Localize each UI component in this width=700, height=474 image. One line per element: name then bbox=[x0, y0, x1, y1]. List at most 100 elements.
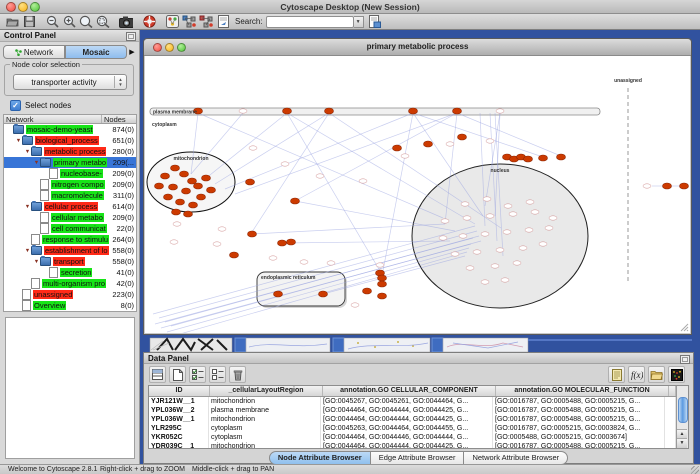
network-node[interactable] bbox=[359, 179, 367, 183]
import-attributes-icon[interactable] bbox=[368, 15, 382, 28]
tree-item[interactable]: secretion41(0) bbox=[4, 267, 136, 278]
expander-icon[interactable]: ▼ bbox=[24, 204, 31, 210]
network-node-highlighted[interactable] bbox=[172, 209, 181, 215]
network-node[interactable] bbox=[491, 264, 499, 268]
network-node[interactable] bbox=[281, 162, 289, 166]
network-node-highlighted[interactable] bbox=[161, 173, 170, 179]
network-node[interactable] bbox=[539, 242, 547, 246]
new-attribute-icon[interactable] bbox=[169, 366, 186, 383]
network-node[interactable] bbox=[446, 142, 454, 146]
network-node-highlighted[interactable] bbox=[197, 194, 206, 200]
network-node[interactable] bbox=[376, 263, 384, 267]
network-node-highlighted[interactable] bbox=[194, 183, 203, 189]
table-row[interactable]: YJR121W__1mitochondrion[GO:0045267, GO:0… bbox=[149, 397, 676, 406]
network-node[interactable] bbox=[525, 228, 533, 232]
window-resize-grip[interactable] bbox=[691, 466, 699, 474]
tree-item[interactable]: response to stimulu264(0) bbox=[4, 234, 136, 245]
network-node[interactable] bbox=[531, 210, 539, 214]
network-node-highlighted[interactable] bbox=[202, 175, 211, 181]
network-node[interactable] bbox=[466, 266, 474, 270]
network-node[interactable] bbox=[459, 234, 467, 238]
help-icon[interactable] bbox=[142, 15, 156, 28]
frame-resize-grip[interactable] bbox=[681, 324, 688, 331]
network-node-highlighted[interactable] bbox=[180, 171, 189, 177]
snapshot-icon[interactable] bbox=[119, 15, 133, 28]
tree-item[interactable]: macromolecule311(0) bbox=[4, 190, 136, 201]
network-node-highlighted[interactable] bbox=[539, 155, 548, 161]
network-canvas[interactable]: plasma membrane cytoplasm mitochondrion … bbox=[145, 56, 690, 333]
network-node[interactable] bbox=[239, 109, 247, 113]
network-node-highlighted[interactable] bbox=[248, 231, 257, 237]
network-node-highlighted[interactable] bbox=[164, 194, 173, 200]
tree-item[interactable]: ▼metabolic process280(0) bbox=[4, 146, 136, 157]
column-header[interactable]: annotation.GO CELLULAR_COMPONENT bbox=[323, 386, 496, 396]
network-node[interactable] bbox=[519, 246, 527, 250]
network-node-highlighted[interactable] bbox=[176, 199, 185, 205]
network-node-highlighted[interactable] bbox=[524, 156, 533, 162]
network-node-highlighted[interactable] bbox=[171, 165, 180, 171]
table-row[interactable]: YDR039C__1mitochondrion[GO:0044464, GO:0… bbox=[149, 442, 676, 448]
tree-item[interactable]: ▼establishment of lo558(0) bbox=[4, 245, 136, 256]
tree-item[interactable]: nitrogen compo209(0) bbox=[4, 179, 136, 190]
table-row[interactable]: YPL036W__1mitochondrion[GO:0044464, GO:0… bbox=[149, 415, 676, 424]
network-node[interactable] bbox=[481, 232, 489, 236]
table-row[interactable]: YPL036W__2plasma membrane[GO:0044464, GO… bbox=[149, 406, 676, 415]
network-node-highlighted[interactable] bbox=[424, 141, 433, 147]
expander-icon[interactable]: ▼ bbox=[24, 149, 31, 155]
tree-item[interactable]: unassigned223(0) bbox=[4, 289, 136, 300]
network-node[interactable] bbox=[513, 261, 521, 265]
network-node[interactable] bbox=[327, 261, 335, 265]
frame-titlebar[interactable]: primary metabolic process bbox=[144, 39, 691, 56]
network-node-highlighted[interactable] bbox=[274, 291, 283, 297]
network-node[interactable] bbox=[483, 197, 491, 201]
network-node[interactable] bbox=[439, 236, 447, 240]
network-node-highlighted[interactable] bbox=[246, 179, 255, 185]
float-data-panel-icon[interactable] bbox=[680, 355, 690, 364]
tab-network[interactable]: Network bbox=[3, 45, 65, 59]
network-node-highlighted[interactable] bbox=[155, 183, 164, 189]
expander-icon[interactable]: ▼ bbox=[15, 138, 22, 144]
network-node[interactable] bbox=[218, 227, 226, 231]
float-panel-icon[interactable] bbox=[126, 32, 136, 41]
network-node-highlighted[interactable] bbox=[363, 288, 372, 294]
expander-icon[interactable]: ▼ bbox=[24, 248, 31, 254]
network-node[interactable] bbox=[170, 240, 178, 244]
tree-item[interactable]: ▼transport558(0) bbox=[4, 256, 136, 267]
save-icon[interactable] bbox=[22, 15, 36, 28]
network-node[interactable] bbox=[496, 109, 504, 113]
search-input[interactable] bbox=[266, 16, 354, 28]
network-node-highlighted[interactable] bbox=[182, 188, 191, 194]
network-node[interactable] bbox=[643, 184, 651, 188]
network-node[interactable] bbox=[473, 250, 481, 254]
zoom-selected-icon[interactable] bbox=[96, 15, 110, 28]
import-icon[interactable] bbox=[648, 366, 665, 383]
tree-item[interactable]: multi-organism pro42(0) bbox=[4, 278, 136, 289]
scroll-down-icon[interactable]: ▼ bbox=[677, 438, 687, 448]
network-node[interactable] bbox=[501, 278, 509, 282]
network-node[interactable] bbox=[463, 216, 471, 220]
network-overview-icon[interactable] bbox=[182, 15, 196, 28]
column-header[interactable]: _cellularLayoutRegion bbox=[210, 386, 323, 396]
tabs-overflow-icon[interactable]: ▶ bbox=[127, 48, 137, 56]
vizmapper-icon[interactable] bbox=[165, 15, 179, 28]
network-node[interactable] bbox=[486, 139, 494, 143]
network-node-highlighted[interactable] bbox=[393, 145, 402, 151]
select-attributes-icon[interactable] bbox=[189, 366, 206, 383]
network-node-highlighted[interactable] bbox=[319, 291, 328, 297]
network-node-highlighted[interactable] bbox=[378, 293, 387, 299]
network-node-highlighted[interactable] bbox=[291, 198, 300, 204]
function-builder-icon[interactable]: f(x) bbox=[628, 366, 645, 383]
network-node-highlighted[interactable] bbox=[557, 154, 566, 160]
node-color-select[interactable]: transporter activity ▲▼ bbox=[13, 74, 127, 90]
network-node-highlighted[interactable] bbox=[207, 187, 216, 193]
tab-mosaic[interactable]: Mosaic bbox=[65, 45, 127, 59]
network-node-highlighted[interactable] bbox=[453, 108, 462, 114]
table-row[interactable]: YKR052Ccytoplasm[GO:0044464, GO:0044446,… bbox=[149, 433, 676, 442]
network-node[interactable] bbox=[486, 214, 494, 218]
network-node-highlighted[interactable] bbox=[230, 252, 239, 258]
network-node-highlighted[interactable] bbox=[283, 108, 292, 114]
network-node[interactable] bbox=[300, 260, 308, 264]
network-node[interactable] bbox=[503, 230, 511, 234]
tree-item[interactable]: ▼biological_process651(0) bbox=[4, 135, 136, 146]
column-header[interactable]: ID bbox=[149, 386, 210, 396]
